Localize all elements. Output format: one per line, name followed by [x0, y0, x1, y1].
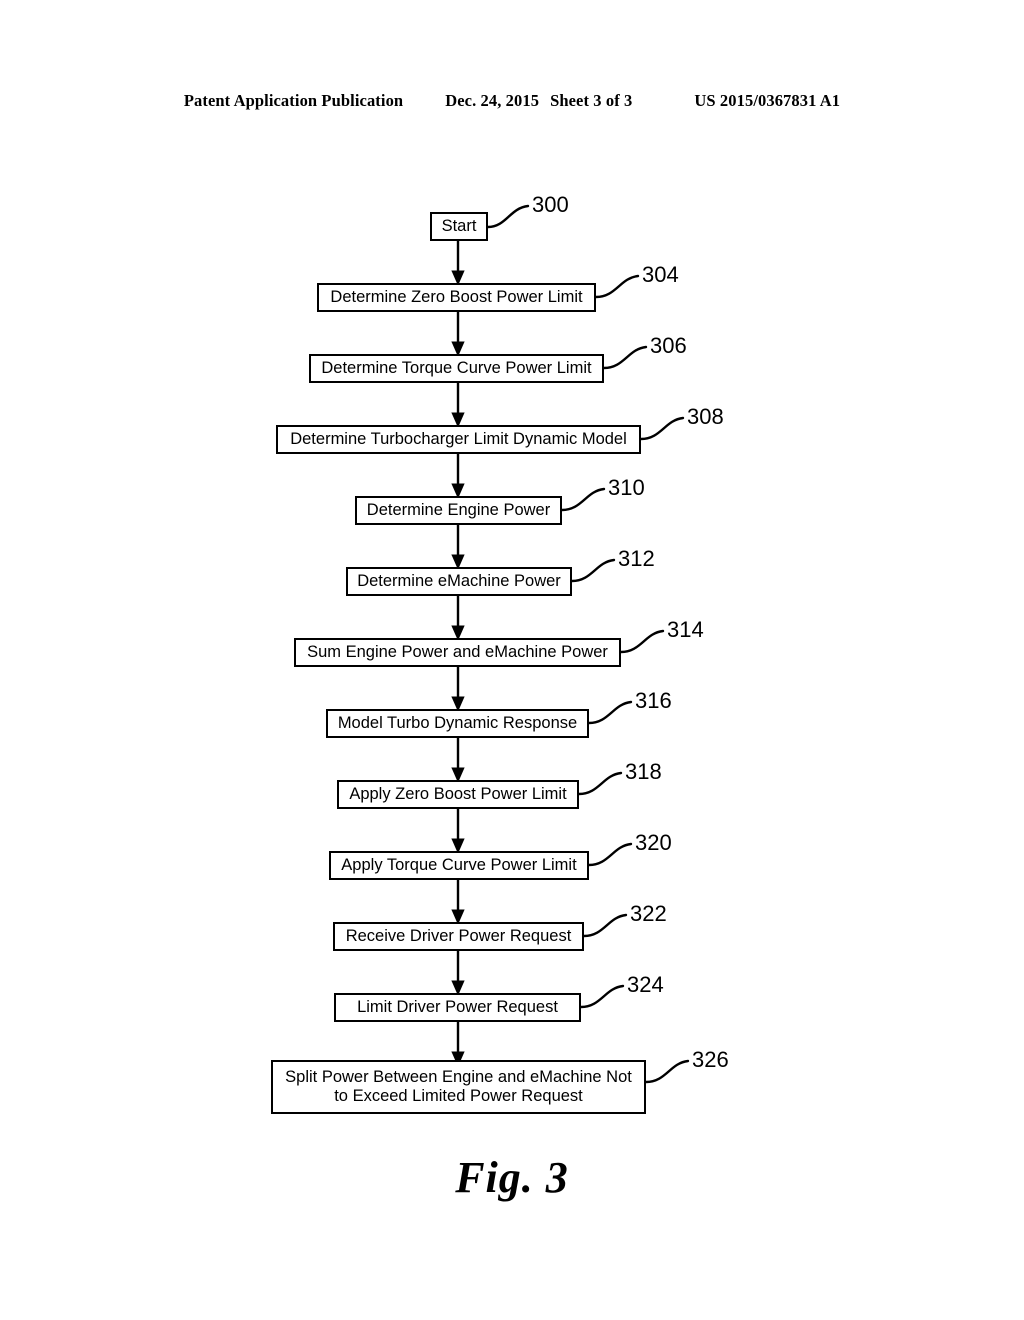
reference-numeral-318: 318 — [625, 759, 662, 784]
flowchart-figure: Start Determine Zero Boost Power Limit D… — [0, 0, 1024, 1320]
leader-line-318 — [577, 771, 623, 796]
leader-line-326 — [644, 1059, 690, 1084]
flow-node-apply-torque-curve-power-limit[interactable]: Apply Torque Curve Power Limit — [329, 851, 589, 880]
reference-numeral-304: 304 — [642, 262, 679, 287]
flow-node-receive-driver-power-request[interactable]: Receive Driver Power Request — [333, 922, 584, 951]
flow-node-limit-driver-power-request[interactable]: Limit Driver Power Request — [334, 993, 581, 1022]
reference-numeral-316: 316 — [635, 688, 672, 713]
flow-node-determine-emachine-power[interactable]: Determine eMachine Power — [346, 567, 572, 596]
reference-numeral-320: 320 — [635, 830, 672, 855]
flow-node-determine-torque-curve-power-limit[interactable]: Determine Torque Curve Power Limit — [309, 354, 604, 383]
leader-line-322 — [582, 913, 628, 938]
leader-line-306 — [602, 345, 648, 370]
leader-line-310 — [560, 487, 606, 512]
leader-line-314 — [619, 629, 665, 654]
leader-line-308 — [639, 416, 685, 441]
reference-numeral-310: 310 — [608, 475, 645, 500]
reference-numeral-312: 312 — [618, 546, 655, 571]
reference-numeral-324: 324 — [627, 972, 664, 997]
flow-node-determine-turbocharger-limit-dynamic-model[interactable]: Determine Turbocharger Limit Dynamic Mod… — [276, 425, 641, 454]
flow-node-apply-zero-boost-power-limit[interactable]: Apply Zero Boost Power Limit — [337, 780, 579, 809]
leader-line-320 — [587, 842, 633, 867]
leader-line-312 — [570, 558, 616, 583]
leader-line-324 — [579, 984, 625, 1009]
reference-numeral-322: 322 — [630, 901, 667, 926]
flow-node-determine-engine-power[interactable]: Determine Engine Power — [355, 496, 562, 525]
reference-numeral-314: 314 — [667, 617, 704, 642]
reference-numeral-306: 306 — [650, 333, 687, 358]
flow-node-determine-zero-boost-power-limit[interactable]: Determine Zero Boost Power Limit — [317, 283, 596, 312]
leader-line-300 — [486, 204, 530, 229]
figure-caption: Fig. 3 — [455, 1153, 569, 1202]
reference-numeral-300: 300 — [532, 192, 569, 217]
reference-numeral-308: 308 — [687, 404, 724, 429]
leader-line-304 — [594, 274, 640, 299]
leader-line-316 — [587, 700, 633, 725]
flow-node-start[interactable]: Start — [430, 212, 488, 241]
flow-node-sum-engine-power-and-emachine-power[interactable]: Sum Engine Power and eMachine Power — [294, 638, 621, 667]
flow-node-split-power-between-engine-and-emachine[interactable]: Split Power Between Engine and eMachine … — [271, 1060, 646, 1114]
reference-numeral-326: 326 — [692, 1047, 729, 1072]
flow-node-model-turbo-dynamic-response[interactable]: Model Turbo Dynamic Response — [326, 709, 589, 738]
